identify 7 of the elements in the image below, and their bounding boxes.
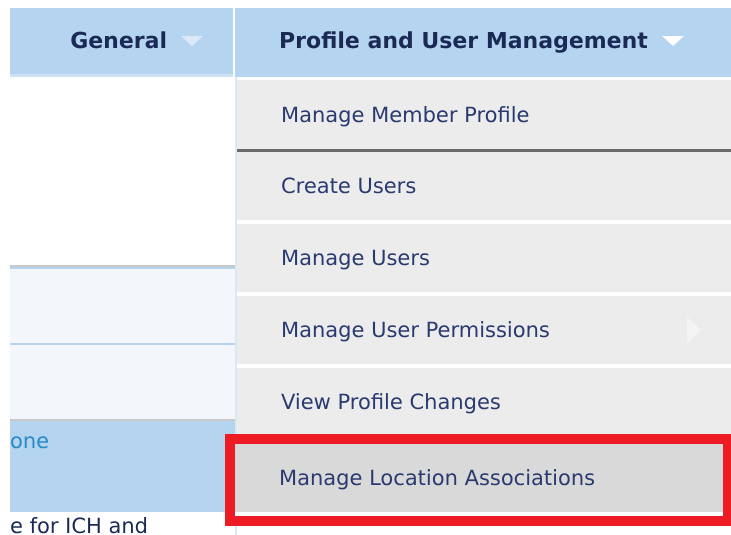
menu-item[interactable]: Manage Member Profile xyxy=(237,80,731,152)
menu-tab[interactable]: Profile and User Management xyxy=(235,8,731,77)
menu-item[interactable]: Manage Location Associations xyxy=(235,444,723,516)
caret-icon xyxy=(662,36,684,46)
menu-tab[interactable]: General xyxy=(10,8,233,77)
row-text: one xyxy=(10,429,50,453)
caret-icon xyxy=(181,36,203,46)
